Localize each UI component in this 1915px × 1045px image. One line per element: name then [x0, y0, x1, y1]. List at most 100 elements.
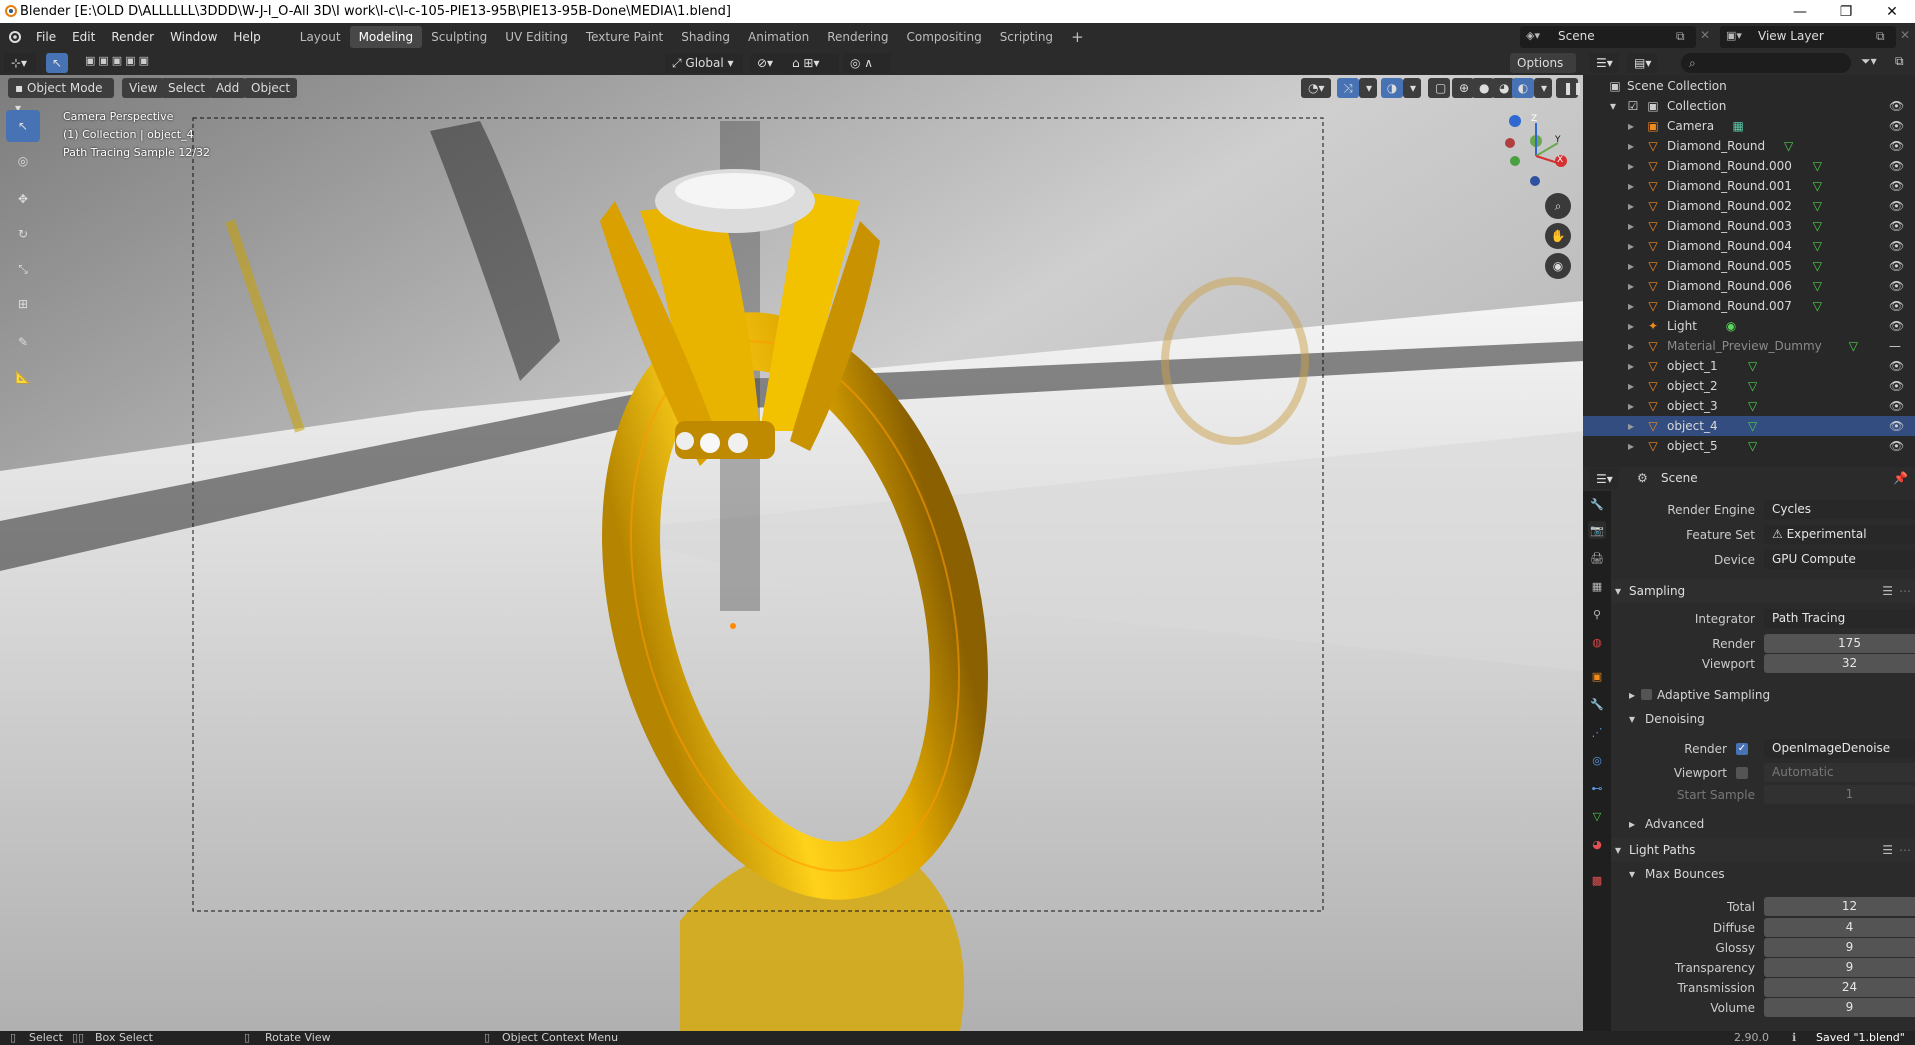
display-mode-icon[interactable]: ▤▾ [1627, 53, 1657, 73]
bounce-value-field[interactable]: 4 [1764, 918, 1915, 937]
gizmo-y-label[interactable]: Y [1555, 135, 1561, 145]
rotate-tool-icon[interactable]: ↻ [6, 218, 40, 250]
tab-sculpting[interactable]: Sculpting [422, 26, 496, 48]
selection-mode-icons[interactable]: ▣▣▣▣▣ [85, 54, 175, 72]
texture-tab-icon[interactable]: ▩ [1588, 871, 1606, 889]
constraints-tab-icon[interactable]: ⊷ [1588, 779, 1606, 797]
outliner-editor-type-icon[interactable]: ☰▾ [1589, 53, 1619, 73]
bounce-value-field[interactable]: 9 [1764, 938, 1915, 957]
blender-menu-icon[interactable] [6, 30, 22, 44]
sampling-panel-header[interactable]: ▾ Sampling ☰ ⋯ [1611, 579, 1915, 603]
mesh-data-icon[interactable]: ▽ [1845, 336, 1861, 356]
cursor-tool-icon[interactable]: ◎ [6, 145, 40, 177]
object-tab-icon[interactable]: ▣ [1588, 667, 1606, 685]
mesh-data-icon[interactable]: ▽ [1809, 216, 1825, 236]
expand-arrow-icon[interactable]: ▸ [1623, 416, 1639, 436]
outliner-item[interactable]: ▸ ▽ object_1 ▽ 👁 [1583, 356, 1915, 376]
expand-arrow-icon[interactable]: ▸ [1623, 236, 1639, 256]
add-workspace-button[interactable]: + [1062, 26, 1093, 48]
outliner-item[interactable]: ▸ ▽ object_4 ▽ 👁 [1583, 416, 1915, 436]
new-collection-icon[interactable]: ⧉ [1895, 54, 1904, 69]
pause-render-icon[interactable]: ❚❚ [1556, 78, 1583, 98]
solid-shading-icon[interactable]: ● [1472, 78, 1494, 98]
menu-select[interactable]: Select [161, 78, 213, 98]
tab-scripting[interactable]: Scripting [991, 26, 1062, 48]
drag-handle-icon[interactable]: ⋯ [1899, 838, 1911, 862]
pan-hand-icon[interactable]: ✋ [1545, 223, 1571, 249]
mesh-data-icon[interactable]: ▽ [1809, 296, 1825, 316]
max-bounces-subpanel[interactable]: ▾ Max Bounces [1611, 863, 1915, 885]
transform-orientation-dropdown[interactable]: ⤢ Global ▾ [665, 53, 743, 73]
menu-add[interactable]: Add [209, 78, 247, 98]
view-layer-new-icon[interactable]: ⧉ [1876, 29, 1885, 44]
shading-dropdown-icon[interactable]: ▾ [1534, 78, 1552, 98]
xray-icon[interactable]: ▢ [1428, 78, 1450, 98]
expand-arrow-icon[interactable]: ▸ [1623, 376, 1639, 396]
denoise-viewport-checkbox[interactable] [1736, 767, 1748, 779]
eye-icon[interactable]: — [1889, 336, 1903, 356]
adaptive-sampling-subpanel[interactable]: ▸ Adaptive Sampling [1611, 684, 1915, 706]
mesh-data-icon[interactable]: ▽ [1809, 236, 1825, 256]
eye-icon[interactable]: 👁 [1889, 436, 1904, 456]
overlay-toggle-icon[interactable]: ◑ [1381, 78, 1403, 98]
eye-icon[interactable]: 👁 [1889, 236, 1904, 256]
maximize-button[interactable]: ❐ [1823, 0, 1869, 23]
outliner-search-icon[interactable]: ⌕ [1681, 53, 1851, 73]
scene-new-icon[interactable]: ⧉ [1676, 29, 1685, 44]
expand-arrow-icon[interactable]: ▸ [1623, 136, 1639, 156]
material-shading-icon[interactable]: ◕ [1492, 78, 1514, 98]
mesh-data-icon[interactable]: ▽ [1745, 376, 1761, 396]
outliner-collection[interactable]: ▾ ☑ ▣ Collection 👁 [1583, 96, 1915, 116]
move-tool-icon[interactable]: ✥ [6, 183, 40, 215]
gizmo-z-label[interactable]: Z [1531, 114, 1537, 124]
render-samples-field[interactable]: 175 [1764, 634, 1915, 653]
outliner-item[interactable]: ▸ ▽ object_2 ▽ 👁 [1583, 376, 1915, 396]
advanced-subpanel[interactable]: ▸ Advanced [1611, 813, 1915, 835]
denoising-subpanel[interactable]: ▾ Denoising [1611, 708, 1915, 730]
gizmo-toggle-icon[interactable]: ⤨ [1337, 78, 1359, 98]
collection-checkbox-icon[interactable]: ☑ [1625, 96, 1641, 116]
eye-icon[interactable]: 👁 [1889, 356, 1904, 376]
expand-arrow-icon[interactable]: ▸ [1623, 356, 1639, 376]
tab-animation[interactable]: Animation [739, 26, 818, 48]
denoise-viewport-dropdown[interactable]: Automatic▾ [1764, 763, 1915, 782]
tab-texture-paint[interactable]: Texture Paint [577, 26, 672, 48]
menu-edit[interactable]: Edit [64, 23, 103, 51]
visibility-icon[interactable]: ◔▾ [1301, 78, 1331, 98]
modifier-tab-icon[interactable]: 🔧 [1588, 695, 1606, 713]
menu-render[interactable]: Render [103, 23, 162, 51]
tab-shading[interactable]: Shading [672, 26, 739, 48]
select-box-tool-icon[interactable]: ↖ [6, 110, 40, 142]
filter-icon[interactable]: ⏷▾ [1861, 54, 1877, 69]
editor-type-icon[interactable]: ⊹▾ [4, 53, 36, 73]
outliner-item[interactable]: ▸ ▽ Diamond_Round.006 ▽ 👁 [1583, 276, 1915, 296]
transform-tool-icon[interactable]: ⊞ [6, 288, 40, 320]
eye-icon[interactable]: 👁 [1889, 416, 1904, 436]
measure-tool-icon[interactable]: 📐 [6, 361, 40, 393]
snap-icon[interactable]: ⌂ ⊞▾ [785, 53, 839, 73]
device-dropdown[interactable]: GPU Compute▾ [1764, 550, 1915, 569]
camera-data-icon[interactable]: ▦ [1730, 116, 1746, 136]
mesh-data-icon[interactable]: ▽ [1745, 436, 1761, 456]
expand-arrow-icon[interactable]: ▸ [1623, 436, 1639, 456]
tab-uv-editing[interactable]: UV Editing [496, 26, 577, 48]
expand-arrow-icon[interactable]: ▸ [1623, 256, 1639, 276]
3d-viewport[interactable]: Z Y X ⌕ ✋ ◉ [0, 51, 1583, 1031]
tab-compositing[interactable]: Compositing [897, 26, 990, 48]
scene-selector[interactable]: ◈▾ Scene ⧉ [1520, 26, 1696, 48]
outliner-item[interactable]: ▸ ▽ Diamond_Round.003 ▽ 👁 [1583, 216, 1915, 236]
expand-arrow-icon[interactable]: ▸ [1623, 176, 1639, 196]
outliner-item[interactable]: ▸ ▽ Diamond_Round.002 ▽ 👁 [1583, 196, 1915, 216]
outliner-item[interactable]: ▸ ▽ object_3 ▽ 👁 [1583, 396, 1915, 416]
outliner-item[interactable]: ▸ ▽ Diamond_Round.000 ▽ 👁 [1583, 156, 1915, 176]
expand-arrow-icon[interactable]: ▸ [1623, 196, 1639, 216]
close-button[interactable]: ✕ [1869, 0, 1915, 23]
gizmo-dropdown-icon[interactable]: ▾ [1359, 78, 1377, 98]
scene-remove-icon[interactable]: ✕ [1700, 28, 1710, 42]
mode-dropdown[interactable]: ▪ Object Mode ▾ [8, 78, 114, 115]
scene-tab-icon[interactable]: ⚲ [1588, 605, 1606, 623]
tab-rendering[interactable]: Rendering [818, 26, 897, 48]
view-layer-remove-icon[interactable]: ✕ [1900, 28, 1910, 42]
presets-icon[interactable]: ☰ [1882, 579, 1893, 603]
physics-tab-icon[interactable]: ◎ [1588, 751, 1606, 769]
